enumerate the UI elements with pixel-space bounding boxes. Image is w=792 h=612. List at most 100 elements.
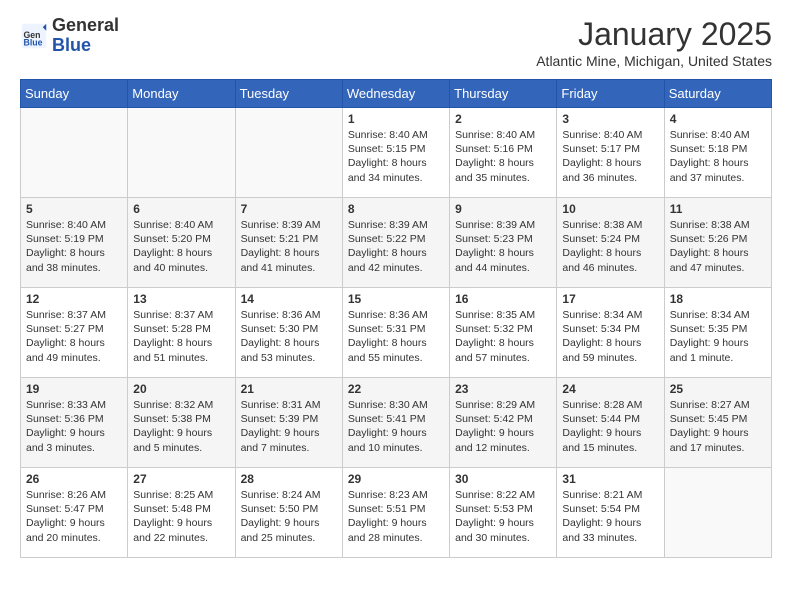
logo: Gen Blue General Blue (20, 16, 119, 56)
day-number: 21 (241, 382, 337, 396)
day-number: 10 (562, 202, 658, 216)
calendar-cell: 19 Sunrise: 8:33 AM Sunset: 5:36 PM Dayli… (21, 378, 128, 468)
calendar-week-row: 12 Sunrise: 8:37 AM Sunset: 5:27 PM Dayli… (21, 288, 772, 378)
weekday-header: Wednesday (342, 80, 449, 108)
calendar-cell: 7 Sunrise: 8:39 AM Sunset: 5:21 PM Daylig… (235, 198, 342, 288)
calendar-cell: 14Sunrise: 8:36 AM Sunset: 5:30 PM Dayli… (235, 288, 342, 378)
calendar-cell: 17 Sunrise: 8:34 AM Sunset: 5:34 PM Dayli… (557, 288, 664, 378)
calendar-cell: 18 Sunrise: 8:34 AM Sunset: 5:35 PM Dayli… (664, 288, 771, 378)
day-number: 23 (455, 382, 551, 396)
day-number: 26 (26, 472, 122, 486)
cell-daylight-text: Sunrise: 8:25 AM Sunset: 5:48 PM Dayligh… (133, 488, 229, 545)
cell-daylight-text: Sunrise: 8:39 AM Sunset: 5:21 PM Dayligh… (241, 218, 337, 275)
calendar-cell (235, 108, 342, 198)
calendar-cell (128, 108, 235, 198)
cell-daylight-text: Sunrise: 8:40 AM Sunset: 5:18 PM Dayligh… (670, 128, 766, 185)
calendar-cell: 23Sunrise: 8:29 AM Sunset: 5:42 PM Dayli… (450, 378, 557, 468)
day-number: 2 (455, 112, 551, 126)
cell-daylight-text: Sunrise: 8:23 AM Sunset: 5:51 PM Dayligh… (348, 488, 444, 545)
logo-icon: Gen Blue (20, 22, 48, 50)
day-number: 19 (26, 382, 122, 396)
calendar-cell: 2 Sunrise: 8:40 AM Sunset: 5:16 PM Daylig… (450, 108, 557, 198)
calendar-week-row: 19 Sunrise: 8:33 AM Sunset: 5:36 PM Dayli… (21, 378, 772, 468)
day-number: 1 (348, 112, 444, 126)
day-number: 24 (562, 382, 658, 396)
cell-daylight-text: Sunrise: 8:34 AM Sunset: 5:34 PM Dayligh… (562, 308, 658, 365)
svg-text:Blue: Blue (24, 37, 43, 47)
logo-blue-text: Blue (52, 35, 91, 55)
day-number: 31 (562, 472, 658, 486)
calendar-cell: 9 Sunrise: 8:39 AM Sunset: 5:23 PM Daylig… (450, 198, 557, 288)
calendar-cell: 10 Sunrise: 8:38 AM Sunset: 5:24 PM Dayli… (557, 198, 664, 288)
month-title: January 2025 (536, 16, 772, 53)
cell-daylight-text: Sunrise: 8:35 AM Sunset: 5:32 PM Dayligh… (455, 308, 551, 365)
calendar-cell: 15Sunrise: 8:36 AM Sunset: 5:31 PM Dayli… (342, 288, 449, 378)
calendar-cell: 16 Sunrise: 8:35 AM Sunset: 5:32 PM Dayli… (450, 288, 557, 378)
cell-daylight-text: Sunrise: 8:21 AM Sunset: 5:54 PM Dayligh… (562, 488, 658, 545)
calendar-week-row: 26Sunrise: 8:26 AM Sunset: 5:47 PM Dayli… (21, 468, 772, 558)
day-number: 9 (455, 202, 551, 216)
calendar-cell: 13Sunrise: 8:37 AM Sunset: 5:28 PM Dayli… (128, 288, 235, 378)
title-block: January 2025 Atlantic Mine, Michigan, Un… (536, 16, 772, 69)
day-number: 3 (562, 112, 658, 126)
weekday-header: Thursday (450, 80, 557, 108)
calendar-week-row: 1Sunrise: 8:40 AM Sunset: 5:15 PM Daylig… (21, 108, 772, 198)
calendar-cell: 25Sunrise: 8:27 AM Sunset: 5:45 PM Dayli… (664, 378, 771, 468)
calendar-cell: 30Sunrise: 8:22 AM Sunset: 5:53 PM Dayli… (450, 468, 557, 558)
calendar-cell: 12 Sunrise: 8:37 AM Sunset: 5:27 PM Dayli… (21, 288, 128, 378)
cell-daylight-text: Sunrise: 8:31 AM Sunset: 5:39 PM Dayligh… (241, 398, 337, 455)
weekday-header: Sunday (21, 80, 128, 108)
day-number: 15 (348, 292, 444, 306)
day-number: 18 (670, 292, 766, 306)
day-number: 7 (241, 202, 337, 216)
day-number: 27 (133, 472, 229, 486)
page-header: Gen Blue General Blue January 2025 Atlan… (20, 16, 772, 69)
day-number: 13 (133, 292, 229, 306)
calendar-cell: 8Sunrise: 8:39 AM Sunset: 5:22 PM Daylig… (342, 198, 449, 288)
calendar-cell: 27 Sunrise: 8:25 AM Sunset: 5:48 PM Dayli… (128, 468, 235, 558)
calendar-table: SundayMondayTuesdayWednesdayThursdayFrid… (20, 79, 772, 558)
calendar-week-row: 5 Sunrise: 8:40 AM Sunset: 5:19 PM Daylig… (21, 198, 772, 288)
cell-daylight-text: Sunrise: 8:24 AM Sunset: 5:50 PM Dayligh… (241, 488, 337, 545)
day-number: 11 (670, 202, 766, 216)
weekday-header: Monday (128, 80, 235, 108)
day-number: 30 (455, 472, 551, 486)
cell-daylight-text: Sunrise: 8:38 AM Sunset: 5:24 PM Dayligh… (562, 218, 658, 275)
day-number: 12 (26, 292, 122, 306)
day-number: 14 (241, 292, 337, 306)
cell-daylight-text: Sunrise: 8:40 AM Sunset: 5:19 PM Dayligh… (26, 218, 122, 275)
calendar-cell: 29Sunrise: 8:23 AM Sunset: 5:51 PM Dayli… (342, 468, 449, 558)
calendar-cell: 31 Sunrise: 8:21 AM Sunset: 5:54 PM Dayli… (557, 468, 664, 558)
calendar-cell: 5 Sunrise: 8:40 AM Sunset: 5:19 PM Daylig… (21, 198, 128, 288)
day-number: 16 (455, 292, 551, 306)
day-number: 5 (26, 202, 122, 216)
cell-daylight-text: Sunrise: 8:37 AM Sunset: 5:27 PM Dayligh… (26, 308, 122, 365)
day-number: 20 (133, 382, 229, 396)
calendar-cell: 28 Sunrise: 8:24 AM Sunset: 5:50 PM Dayli… (235, 468, 342, 558)
weekday-header: Tuesday (235, 80, 342, 108)
day-number: 28 (241, 472, 337, 486)
calendar-cell (21, 108, 128, 198)
calendar-cell: 21 Sunrise: 8:31 AM Sunset: 5:39 PM Dayli… (235, 378, 342, 468)
day-number: 6 (133, 202, 229, 216)
cell-daylight-text: Sunrise: 8:32 AM Sunset: 5:38 PM Dayligh… (133, 398, 229, 455)
cell-daylight-text: Sunrise: 8:33 AM Sunset: 5:36 PM Dayligh… (26, 398, 122, 455)
cell-daylight-text: Sunrise: 8:40 AM Sunset: 5:16 PM Dayligh… (455, 128, 551, 185)
logo-general-text: General (52, 15, 119, 35)
calendar-cell: 6Sunrise: 8:40 AM Sunset: 5:20 PM Daylig… (128, 198, 235, 288)
cell-daylight-text: Sunrise: 8:39 AM Sunset: 5:22 PM Dayligh… (348, 218, 444, 275)
weekday-header-row: SundayMondayTuesdayWednesdayThursdayFrid… (21, 80, 772, 108)
day-number: 17 (562, 292, 658, 306)
calendar-cell: 1Sunrise: 8:40 AM Sunset: 5:15 PM Daylig… (342, 108, 449, 198)
cell-daylight-text: Sunrise: 8:39 AM Sunset: 5:23 PM Dayligh… (455, 218, 551, 275)
weekday-header: Saturday (664, 80, 771, 108)
calendar-cell: 11Sunrise: 8:38 AM Sunset: 5:26 PM Dayli… (664, 198, 771, 288)
day-number: 25 (670, 382, 766, 396)
cell-daylight-text: Sunrise: 8:30 AM Sunset: 5:41 PM Dayligh… (348, 398, 444, 455)
calendar-cell: 20 Sunrise: 8:32 AM Sunset: 5:38 PM Dayli… (128, 378, 235, 468)
day-number: 22 (348, 382, 444, 396)
cell-daylight-text: Sunrise: 8:34 AM Sunset: 5:35 PM Dayligh… (670, 308, 766, 365)
calendar-cell: 24Sunrise: 8:28 AM Sunset: 5:44 PM Dayli… (557, 378, 664, 468)
calendar-cell: 26Sunrise: 8:26 AM Sunset: 5:47 PM Dayli… (21, 468, 128, 558)
day-number: 4 (670, 112, 766, 126)
